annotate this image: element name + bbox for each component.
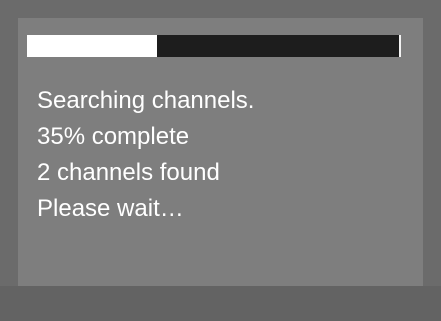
channel-search-dialog: Searching channels. 35% complete 2 chann…	[18, 18, 423, 286]
screen-bottom-band	[0, 286, 441, 321]
status-searching-text: Searching channels.	[37, 87, 255, 114]
status-wait-text: Please wait…	[37, 195, 184, 222]
status-progress-text: 35% complete	[37, 123, 190, 150]
status-text-block: Searching channels. 35% complete 2 chann…	[37, 83, 254, 227]
progress-bar	[27, 35, 401, 57]
progress-bar-fill	[27, 35, 158, 57]
status-channels-found-text: 2 channels found	[37, 159, 220, 186]
